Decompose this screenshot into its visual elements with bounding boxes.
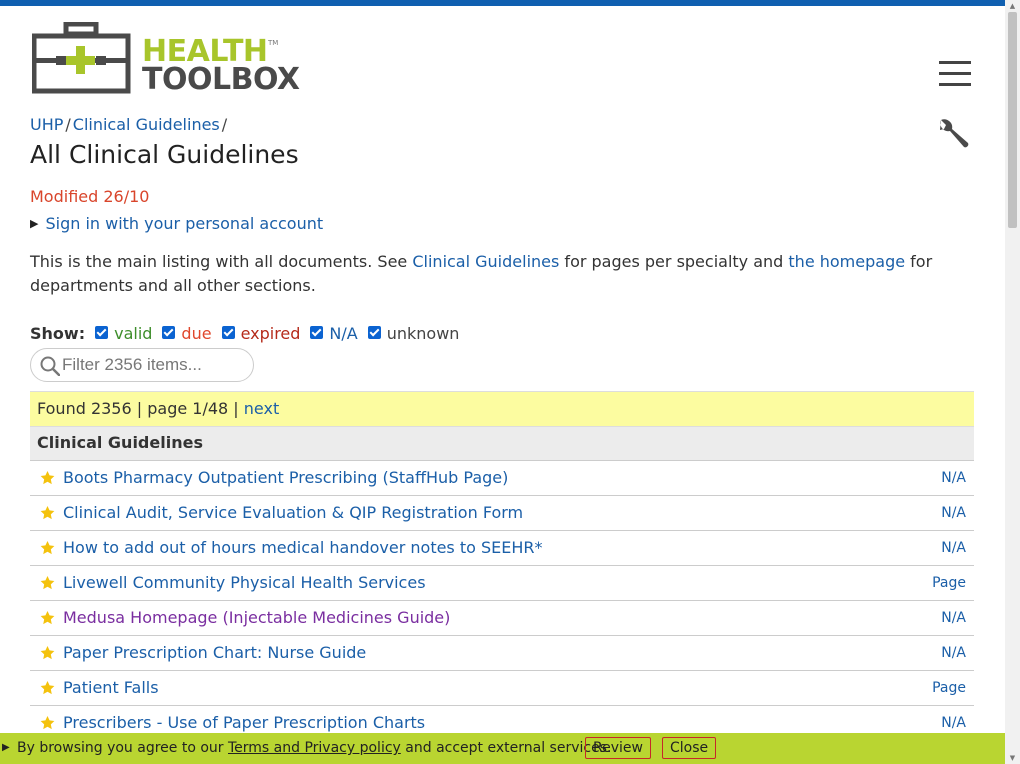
list-item: Boots Pharmacy Outpatient Prescribing (S… [30, 461, 974, 496]
list-item: Medusa Homepage (Injectable Medicines Gu… [30, 601, 974, 636]
scrollbar-thumb[interactable] [1008, 12, 1017, 228]
status-badge: N/A [941, 540, 966, 556]
cookie-text: By browsing you agree to our [17, 740, 228, 756]
intro-text: for pages per specialty and [559, 252, 789, 271]
intro-paragraph: This is the main listing with all docume… [30, 250, 974, 298]
search-icon [40, 356, 60, 376]
top-accent-bar [0, 0, 1005, 6]
list-item: Clinical Audit, Service Evaluation & QIP… [30, 496, 974, 531]
document-link[interactable]: How to add out of hours medical handover… [63, 538, 543, 557]
document-link[interactable]: Prescribers - Use of Paper Prescription … [63, 713, 425, 732]
breadcrumb: UHP / Clinical Guidelines / [30, 115, 229, 134]
star-icon[interactable] [39, 610, 56, 626]
cookie-message: By browsing you agree to our Terms and P… [17, 740, 611, 756]
clinical-guidelines-link[interactable]: Clinical Guidelines [412, 252, 559, 271]
list-item: How to add out of hours medical handover… [30, 531, 974, 566]
status-badge: Page [932, 680, 966, 696]
filter-na[interactable]: N/A [306, 324, 358, 343]
star-icon[interactable] [39, 470, 56, 486]
results-summary: Found 2356 | page 1/48 | next [30, 391, 974, 426]
intro-text: This is the main listing with all docume… [30, 252, 413, 271]
cookie-text: and accept external services. [400, 740, 612, 756]
star-icon[interactable] [39, 540, 56, 556]
hamburger-menu-icon[interactable] [939, 61, 971, 89]
status-badge: N/A [941, 505, 966, 521]
expired-label: expired [240, 324, 301, 343]
terms-privacy-link[interactable]: Terms and Privacy policy [228, 740, 401, 756]
scroll-down-arrow-icon[interactable]: ▼ [1008, 754, 1017, 762]
breadcrumb-clinical-guidelines[interactable]: Clinical Guidelines [73, 115, 220, 134]
document-link[interactable]: Clinical Audit, Service Evaluation & QIP… [63, 503, 523, 522]
wrench-icon[interactable] [935, 116, 971, 152]
filter-expired[interactable]: expired [218, 324, 301, 343]
list-item: Patient Falls Page [30, 671, 974, 706]
results-count: Found 2356 | page 1/48 | [37, 399, 244, 418]
star-icon[interactable] [39, 575, 56, 591]
valid-checkbox[interactable] [95, 326, 109, 339]
filter-valid[interactable]: valid [91, 324, 152, 343]
cookie-consent-bar: ▶ By browsing you agree to our Terms and… [0, 733, 1005, 764]
expired-checkbox[interactable] [221, 326, 235, 339]
document-link[interactable]: Paper Prescription Chart: Nurse Guide [63, 643, 366, 662]
health-toolbox-logo[interactable]: HEALTH TOOLBOX TM [32, 22, 300, 96]
disclosure-triangle-icon[interactable]: ▶ [2, 742, 10, 753]
list-item: Livewell Community Physical Health Servi… [30, 566, 974, 601]
na-label: N/A [329, 324, 358, 343]
status-badge: Page [932, 575, 966, 591]
trademark-mark: TM [268, 39, 279, 47]
document-link[interactable]: Boots Pharmacy Outpatient Prescribing (S… [63, 468, 508, 487]
section-header: Clinical Guidelines [30, 426, 974, 461]
list-item: Paper Prescription Chart: Nurse Guide N/A [30, 636, 974, 671]
status-filter-row: Show: valid due expired N/A unknown [30, 324, 465, 343]
toolbox-icon [32, 22, 131, 94]
modified-date: Modified 26/10 [30, 187, 150, 206]
filter-due[interactable]: due [158, 324, 212, 343]
star-icon[interactable] [39, 680, 56, 696]
document-list: Boots Pharmacy Outpatient Prescribing (S… [30, 461, 974, 741]
filter-unknown[interactable]: unknown [364, 324, 460, 343]
status-badge: N/A [941, 470, 966, 486]
na-checkbox[interactable] [310, 326, 324, 339]
status-badge: N/A [941, 610, 966, 626]
breadcrumb-uhp[interactable]: UHP [30, 115, 63, 134]
due-checkbox[interactable] [162, 326, 176, 339]
document-link[interactable]: Patient Falls [63, 678, 159, 697]
sign-in-link[interactable]: Sign in with your personal account [45, 214, 323, 233]
next-page-link[interactable]: next [244, 399, 279, 418]
star-icon[interactable] [39, 715, 56, 731]
homepage-link[interactable]: the homepage [788, 252, 905, 271]
unknown-checkbox[interactable] [367, 326, 381, 339]
close-button[interactable]: Close [662, 737, 717, 759]
logo-toolbox-text: TOOLBOX [142, 62, 300, 97]
breadcrumb-separator: / [221, 115, 228, 134]
review-button[interactable]: Review [585, 737, 651, 759]
star-icon[interactable] [39, 645, 56, 661]
status-badge: N/A [941, 645, 966, 661]
page-title: All Clinical Guidelines [30, 140, 299, 169]
valid-label: valid [114, 324, 153, 343]
sign-in-toggle[interactable]: ▶ Sign in with your personal account [30, 214, 323, 233]
due-label: due [181, 324, 212, 343]
breadcrumb-separator: / [65, 115, 71, 134]
scroll-up-arrow-icon[interactable]: ▲ [1008, 2, 1017, 10]
filter-input[interactable] [62, 354, 247, 376]
unknown-label: unknown [386, 324, 460, 343]
disclosure-triangle-icon: ▶ [30, 217, 39, 230]
status-badge: N/A [941, 715, 966, 731]
document-link[interactable]: Medusa Homepage (Injectable Medicines Gu… [63, 608, 450, 627]
filter-box [30, 348, 254, 382]
vertical-scrollbar[interactable]: ▲ ▼ [1005, 0, 1020, 764]
show-label: Show: [30, 324, 86, 343]
document-link[interactable]: Livewell Community Physical Health Servi… [63, 573, 426, 592]
star-icon[interactable] [39, 505, 56, 521]
